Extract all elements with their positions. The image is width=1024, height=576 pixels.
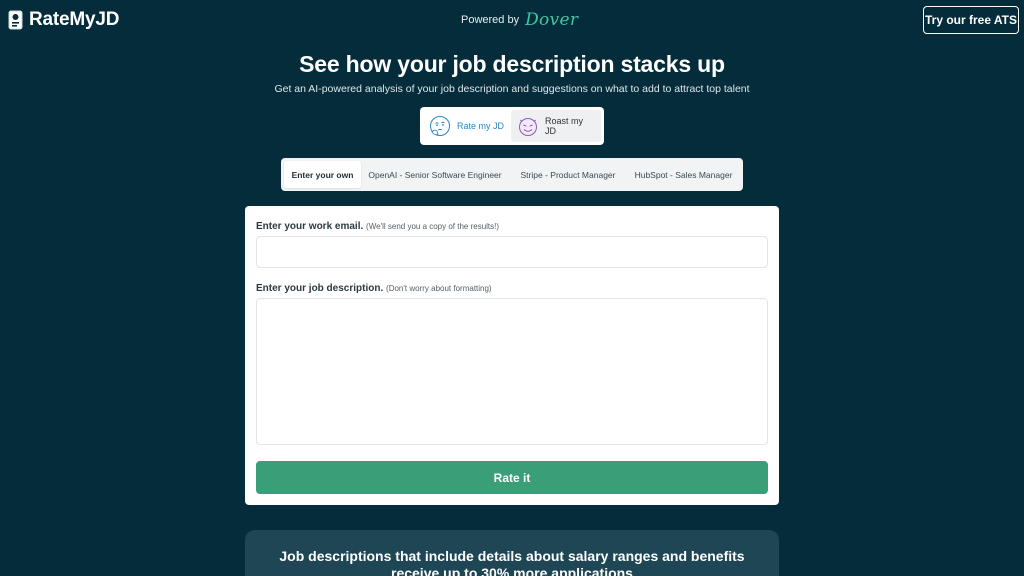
devil-face-icon	[519, 118, 537, 136]
tab-hubspot-sales-manager[interactable]: HubSpot - Sales Manager	[627, 161, 740, 188]
thinking-face-icon	[430, 116, 450, 136]
example-tabs: Enter your own OpenAI - Senior Software …	[281, 158, 743, 191]
job-description-label: Enter your job description. (Don't worry…	[256, 283, 492, 294]
rate-my-jd-button[interactable]: Rate my JD	[423, 110, 511, 142]
tab-enter-your-own[interactable]: Enter your own	[284, 161, 361, 188]
page: RateMyJD Powered by Dover Try our free A…	[0, 0, 1024, 576]
header: RateMyJD Powered by Dover Try our free A…	[0, 0, 1024, 40]
tab-stripe-product-manager[interactable]: Stripe - Product Manager	[509, 161, 627, 188]
rate-my-jd-label: Rate my JD	[457, 121, 505, 131]
email-field[interactable]	[256, 236, 768, 268]
roast-my-jd-label: Roast my JD	[545, 116, 584, 136]
tab-openai-senior-software-engineer[interactable]: OpenAI - Senior Software Engineer	[361, 161, 509, 188]
email-hint: (We'll send you a copy of the results!)	[366, 222, 500, 231]
mode-toggle: Rate my JD Roast my JD	[420, 107, 604, 145]
dover-logo[interactable]: Dover	[525, 10, 578, 30]
page-title: See how your job description stacks up	[299, 51, 725, 77]
powered-by: Powered by Dover	[461, 10, 578, 30]
roast-my-jd-button[interactable]: Roast my JD	[511, 110, 601, 142]
tip-text: Job descriptions that include details ab…	[279, 548, 745, 576]
jd-form-card: Enter your work email. (We'll send you a…	[245, 206, 779, 505]
tip-card: Job descriptions that include details ab…	[245, 530, 779, 576]
powered-by-label: Powered by	[461, 14, 520, 26]
rate-it-button[interactable]: Rate it	[256, 461, 768, 494]
try-ats-button[interactable]: Try our free ATS	[923, 6, 1019, 34]
email-label-text: Enter your work email.	[256, 221, 364, 232]
job-description-textarea[interactable]	[256, 298, 768, 445]
page-subtitle: Get an AI-powered analysis of your job d…	[274, 83, 750, 95]
document-icon	[8, 10, 23, 30]
email-label: Enter your work email. (We'll send you a…	[256, 221, 499, 232]
logo-text: RateMyJD	[29, 9, 120, 30]
job-description-label-text: Enter your job description.	[256, 283, 384, 294]
job-description-hint: (Don't worry about formatting)	[386, 284, 492, 293]
logo[interactable]: RateMyJD	[8, 9, 119, 31]
